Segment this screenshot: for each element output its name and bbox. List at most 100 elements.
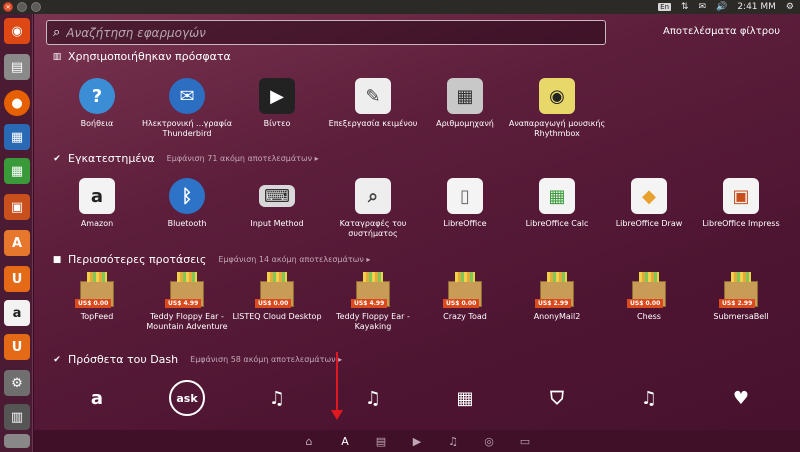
app-text-editor[interactable]: ✎ Επεξεργασία κειμένου	[328, 78, 418, 129]
mail-icon[interactable]: ✉	[699, 2, 707, 12]
launcher-ubuntu-one[interactable]: U	[4, 266, 30, 292]
help-icon: ?	[79, 78, 115, 114]
launcher-system-settings[interactable]: ⚙	[4, 370, 30, 396]
app-calculator[interactable]: ▦ Αριθμομηχανή	[420, 78, 510, 129]
ubuntu-one-music-icon: U	[11, 339, 23, 355]
files-lens-icon[interactable]: ▤	[374, 435, 388, 448]
libreoffice-icon: ▯	[447, 178, 483, 214]
maximize-button[interactable]	[31, 2, 41, 12]
app-system-log[interactable]: ⌕ Καταγραφές του συστήματος	[328, 178, 418, 239]
suggestion-anonymail2[interactable]: US$ 2.99 AnonyMail2	[512, 272, 602, 322]
launcher-amazon[interactable]: a	[4, 300, 30, 326]
app-video[interactable]: ▶ Βίντεο	[232, 78, 322, 129]
ubuntu-button[interactable]: ◉	[4, 18, 30, 44]
amazon-plugin-icon: a	[90, 387, 104, 409]
app-thunderbird[interactable]: ✉ Ηλεκτρονική ...γραφία Thunderbird	[142, 78, 232, 139]
plugin-ask[interactable]: ask	[142, 380, 232, 416]
system-log-icon: ⌕	[355, 178, 391, 214]
filter-results-button[interactable]: Αποτελέσματα φίλτρου	[663, 26, 780, 37]
volume-icon[interactable]: 🔊	[716, 2, 727, 12]
suggestion-submersabell[interactable]: US$ 2.99 SubmersaBell	[696, 272, 786, 322]
social-lens-icon[interactable]: ▭	[518, 435, 532, 448]
launcher-impress[interactable]: ▣	[4, 194, 30, 220]
plugin-calculator[interactable]: ▦	[420, 380, 510, 416]
plugin-amazon[interactable]: a	[52, 380, 142, 416]
show-more-link[interactable]: Εμφάνιση 14 ακόμη αποτελεσμάτων ▸	[218, 255, 370, 264]
category-title: Εγκατεστημένα	[68, 152, 155, 165]
app-rhythmbox[interactable]: ◉ Αναπαραγωγή μουσικής Rhythmbox	[509, 78, 605, 139]
launcher-workspaces[interactable]: ▥	[4, 404, 30, 430]
app-libreoffice[interactable]: ▯ LibreOffice	[420, 178, 510, 229]
plugin-hearts[interactable]: ♥	[696, 380, 786, 416]
category-installed: ✔ Εγκατεστημένα Εμφάνιση 71 ακόμη αποτελ…	[52, 152, 319, 165]
video-lens-icon[interactable]: ▶	[410, 435, 424, 448]
settings-icon: ⚙	[11, 375, 23, 391]
ubuntu-one-icon: U	[11, 271, 23, 287]
keyboard-indicator[interactable]: En	[658, 3, 671, 11]
close-button[interactable]: ×	[3, 2, 13, 12]
ask-plugin-icon: ask	[169, 380, 205, 416]
category-plugins: ✔ Πρόσθετα του Dash Εμφάνιση 58 ακόμη απ…	[52, 353, 342, 366]
bluetooth-icon: ᛒ	[169, 178, 205, 214]
applications-lens-icon[interactable]: A	[338, 435, 352, 448]
photos-lens-icon[interactable]: ◎	[482, 435, 496, 448]
calculator-plugin-icon: ▦	[456, 387, 474, 409]
clock[interactable]: 2:41 MM	[737, 2, 776, 12]
home-lens-icon[interactable]: ⌂	[302, 435, 316, 448]
libreoffice-impress-icon: ▣	[723, 178, 759, 214]
file-cabinet-icon: ▤	[10, 59, 24, 75]
launcher-software-center[interactable]: A	[4, 230, 30, 256]
network-icon[interactable]: ⇅	[681, 2, 689, 12]
app-help[interactable]: ? Βοήθεια	[52, 78, 142, 129]
show-more-link[interactable]: Εμφάνιση 58 ακόμη αποτελεσμάτων ▸	[190, 355, 342, 364]
app-libreoffice-impress[interactable]: ▣ LibreOffice Impress	[696, 178, 786, 229]
libreoffice-impress-icon: ▣	[10, 199, 24, 215]
app-input-method[interactable]: ⌨ Input Method	[232, 178, 322, 229]
show-more-link[interactable]: Εμφάνιση 71 ακόμη αποτελεσμάτων ▸	[167, 154, 319, 163]
search-box[interactable]: ⌕	[46, 20, 606, 45]
package-icon: US$ 0.00	[443, 272, 482, 308]
search-icon: ⌕	[53, 25, 61, 40]
plugin-bookmark[interactable]: ⛉	[512, 380, 602, 416]
suggestion-topfeed[interactable]: US$ 0.00 TopFeed	[52, 272, 142, 322]
calculator-icon: ▦	[447, 78, 483, 114]
category-title: Χρησιμοποιήθηκαν πρόσφατα	[68, 50, 231, 63]
app-bluetooth[interactable]: ᛒ Bluetooth	[142, 178, 232, 229]
music-lens-icon[interactable]: ♫	[446, 435, 460, 448]
package-icon: US$ 2.99	[719, 272, 758, 308]
launcher-calc[interactable]: ▦	[4, 158, 30, 184]
system-tray: En ⇅ ✉ 🔊 2:41 MM ⚙	[658, 2, 794, 12]
category-suggestions: ■ Περισσότερες προτάσεις Εμφάνιση 14 ακό…	[52, 253, 371, 266]
minimize-button[interactable]	[17, 2, 27, 12]
annotation-arrow	[331, 352, 343, 420]
category-title: Περισσότερες προτάσεις	[68, 253, 207, 266]
suggestion-teddy-kayaking[interactable]: US$ 4.99 Teddy Floppy Ear - Kayaking	[328, 272, 418, 332]
suggestion-crazy-toad[interactable]: US$ 0.00 Crazy Toad	[420, 272, 510, 322]
launcher-firefox[interactable]: ●	[4, 90, 30, 116]
libreoffice-draw-icon: ◆	[631, 178, 667, 214]
lens-bar: ⌂ A ▤ ▶ ♫ ◎ ▭	[34, 430, 800, 452]
search-input[interactable]	[66, 25, 587, 40]
app-amazon[interactable]: a Amazon	[52, 178, 142, 229]
package-icon: US$ 4.99	[165, 272, 204, 308]
bookmark-plugin-icon: ⛉	[550, 387, 564, 409]
check-circle-icon: ✔	[53, 153, 61, 164]
launcher-files[interactable]: ▤	[4, 54, 30, 80]
suggestion-chess[interactable]: US$ 0.00 Chess	[604, 272, 694, 322]
suggestion-listeq[interactable]: US$ 0.00 LISTEQ Cloud Desktop	[232, 272, 322, 322]
amazon-icon: a	[79, 178, 115, 214]
suggestion-teddy-mountain[interactable]: US$ 4.99 Teddy Floppy Ear - Mountain Adv…	[142, 272, 232, 332]
plugin-music[interactable]: ♫	[232, 380, 322, 416]
libreoffice-writer-icon: ▦	[10, 129, 24, 145]
package-icon: US$ 2.99	[535, 272, 574, 308]
plugin-music-3[interactable]: ♫	[604, 380, 694, 416]
video-clapper-icon: ▶	[259, 78, 295, 114]
gear-icon[interactable]: ⚙	[786, 2, 794, 12]
launcher-writer[interactable]: ▦	[4, 124, 30, 150]
launcher-ubuntu-one-music[interactable]: U	[4, 334, 30, 360]
app-libreoffice-draw[interactable]: ◆ LibreOffice Draw	[604, 178, 694, 229]
app-libreoffice-calc[interactable]: ▦ LibreOffice Calc	[512, 178, 602, 229]
launcher-trash[interactable]	[4, 434, 30, 448]
libreoffice-calc-icon: ▦	[10, 163, 24, 179]
firefox-icon: ●	[11, 95, 23, 111]
